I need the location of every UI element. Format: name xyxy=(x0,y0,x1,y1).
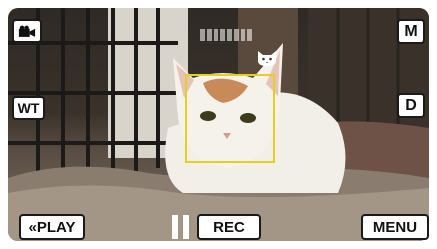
camera-viewfinder xyxy=(8,8,429,241)
m-button[interactable]: M xyxy=(397,19,425,44)
play-button[interactable]: «PLAY xyxy=(19,214,85,240)
zoom-wt-button[interactable]: WT xyxy=(12,96,45,120)
face-detection-frame xyxy=(185,74,275,163)
rec-button[interactable]: REC xyxy=(197,214,261,240)
pause-icon[interactable] xyxy=(172,215,190,239)
cat-face-icon xyxy=(258,51,276,66)
recording-time-indicator xyxy=(200,28,252,42)
video-camera-icon xyxy=(18,25,36,37)
video-mode-button[interactable] xyxy=(12,19,42,43)
d-button[interactable]: D xyxy=(397,93,425,118)
menu-button[interactable]: MENU xyxy=(361,214,429,240)
